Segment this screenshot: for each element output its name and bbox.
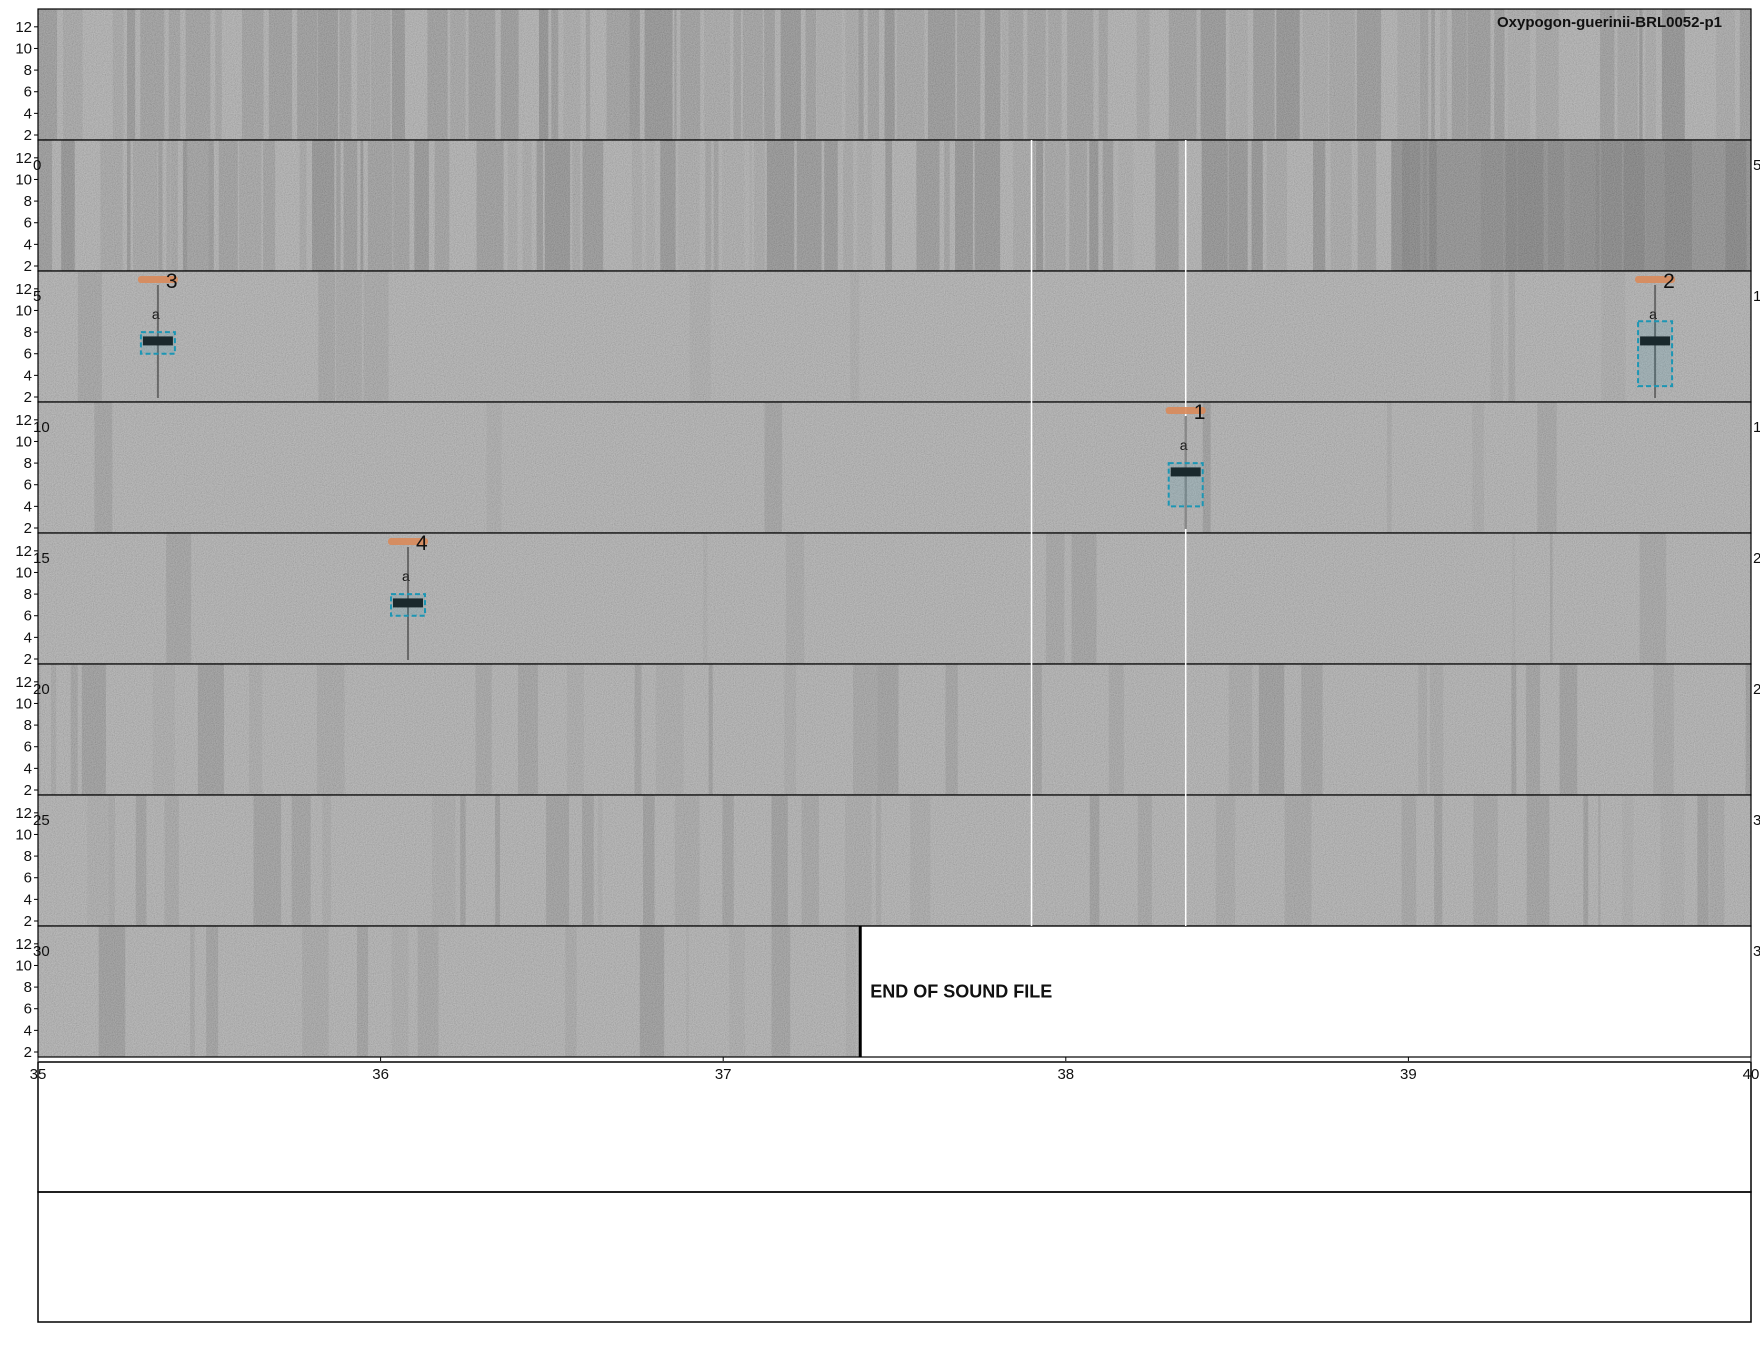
- y-tick-label: 2: [24, 1044, 32, 1061]
- x-tick-label: 38: [1057, 1066, 1074, 1083]
- y-tick-label: 8: [24, 848, 32, 865]
- spectrogram-row-1: [37, 139, 1752, 272]
- y-tick-label: 8: [24, 979, 32, 996]
- y-tick-label: 4: [24, 367, 32, 384]
- detection-number: 4: [416, 532, 428, 555]
- row-end-time: 20: [1753, 550, 1760, 567]
- row-end-time: 10: [1753, 288, 1760, 305]
- y-tick-label: 10: [15, 171, 32, 188]
- y-tick-label: 8: [24, 62, 32, 79]
- y-tick-label: 6: [24, 1001, 32, 1018]
- y-tick-label: 4: [24, 498, 32, 515]
- row-end-time: 5: [1753, 157, 1760, 174]
- noise-overlay: [38, 271, 1751, 402]
- y-tick-label: 6: [24, 739, 32, 756]
- y-tick-label: 2: [24, 913, 32, 930]
- noise-overlay: [38, 9, 1751, 140]
- spectrogram-row-0: [37, 8, 1752, 141]
- x-tick-label: 36: [372, 1066, 389, 1083]
- y-tick-label: 12: [15, 543, 32, 560]
- y-tick-label: 6: [24, 477, 32, 494]
- noise-overlay: [38, 926, 861, 1057]
- y-tick-label: 6: [24, 346, 32, 363]
- selection-box: [1167, 462, 1204, 508]
- y-tick-label: 10: [15, 40, 32, 57]
- y-tick-label: 12: [15, 281, 32, 298]
- row-start-time: 5: [33, 288, 41, 305]
- row-start-time: 10: [33, 419, 50, 436]
- noise-overlay: [38, 140, 1751, 271]
- empty-panel-2: [37, 1191, 1752, 1323]
- row-start-time: 0: [33, 157, 41, 174]
- spectrogram-row-4: [37, 532, 1752, 665]
- y-tick-label: 6: [24, 608, 32, 625]
- y-tick-label: 10: [15, 957, 32, 974]
- y-tick-label: 2: [24, 258, 32, 275]
- figure-title: Oxypogon-guerinii-BRL0052-p1: [1497, 14, 1722, 31]
- y-tick-label: 10: [15, 826, 32, 843]
- row-end-time: 15: [1753, 419, 1760, 436]
- y-tick-label: 12: [15, 936, 32, 953]
- y-tick-label: 2: [24, 389, 32, 406]
- y-tick-label: 10: [15, 695, 32, 712]
- y-tick-label: 6: [24, 870, 32, 887]
- y-tick-label: 2: [24, 651, 32, 668]
- spectrogram-row-5: [37, 663, 1752, 796]
- y-tick-label: 2: [24, 127, 32, 144]
- y-tick-label: 8: [24, 324, 32, 341]
- y-tick-label: 4: [24, 236, 32, 253]
- y-tick-label: 4: [24, 629, 32, 646]
- y-axis-ticks: 2 4 6 8 10 12 2 4 6 8 10 12 2 4 6 8 10 12 2 4 6 8 10 12 2 4 6 8 10 12…: [15, 19, 38, 1061]
- y-tick-label: 4: [24, 891, 32, 908]
- noise-overlay: [38, 402, 1751, 533]
- detection-number: 2: [1663, 270, 1675, 293]
- y-tick-label: 2: [24, 520, 32, 537]
- row-end-time: 30: [1753, 812, 1760, 829]
- spectrogram-figure: END OF SOUND FILE 1a2a3a4a 2468101224681…: [15, 8, 1760, 1323]
- x-axis-ticks: 35 36 37 38 39 40: [30, 1057, 1759, 1083]
- row-start-time: 15: [33, 550, 50, 567]
- detection-number: 1: [1194, 401, 1206, 424]
- selection-box: [390, 593, 427, 617]
- y-tick-label: 6: [24, 215, 32, 232]
- selection-box: [1637, 320, 1674, 388]
- empty-panel-1: [37, 1061, 1752, 1193]
- y-tick-label: 10: [15, 564, 32, 581]
- y-tick-label: 4: [24, 1022, 32, 1039]
- y-tick-label: 4: [24, 760, 32, 777]
- x-tick-label: 37: [715, 1066, 732, 1083]
- x-tick-label: 39: [1400, 1066, 1417, 1083]
- y-tick-label: 10: [15, 433, 32, 450]
- row-start-time: 20: [33, 681, 50, 698]
- spectrogram-row-3: [37, 401, 1752, 534]
- y-tick-label: 12: [15, 19, 32, 36]
- row-start-time: 30: [33, 943, 50, 960]
- y-tick-label: 6: [24, 84, 32, 101]
- y-tick-label: 10: [15, 302, 32, 319]
- spectrogram-row-6: [37, 794, 1752, 927]
- detection-number: 3: [166, 270, 178, 293]
- y-tick-label: 12: [15, 150, 32, 167]
- y-tick-label: 12: [15, 805, 32, 822]
- y-tick-label: 4: [24, 105, 32, 122]
- spectrogram-row-7: END OF SOUND FILE: [37, 925, 1752, 1058]
- y-tick-label: 12: [15, 674, 32, 691]
- spectrogram-row-2: [37, 270, 1752, 403]
- row-end-time: 25: [1753, 681, 1760, 698]
- end-of-file-label: END OF SOUND FILE: [870, 982, 1052, 1002]
- y-tick-label: 8: [24, 455, 32, 472]
- y-tick-label: 8: [24, 586, 32, 603]
- row-start-time: 25: [33, 812, 50, 829]
- noise-overlay: [38, 795, 1751, 926]
- spectrogram-panels: END OF SOUND FILE: [37, 8, 1752, 1058]
- y-tick-label: 12: [15, 412, 32, 429]
- selection-box: [139, 331, 176, 355]
- y-tick-label: 8: [24, 193, 32, 210]
- noise-overlay: [38, 533, 1751, 664]
- y-tick-label: 8: [24, 717, 32, 734]
- row-end-time: 35: [1753, 943, 1760, 960]
- y-tick-label: 2: [24, 782, 32, 799]
- noise-overlay: [38, 664, 1751, 795]
